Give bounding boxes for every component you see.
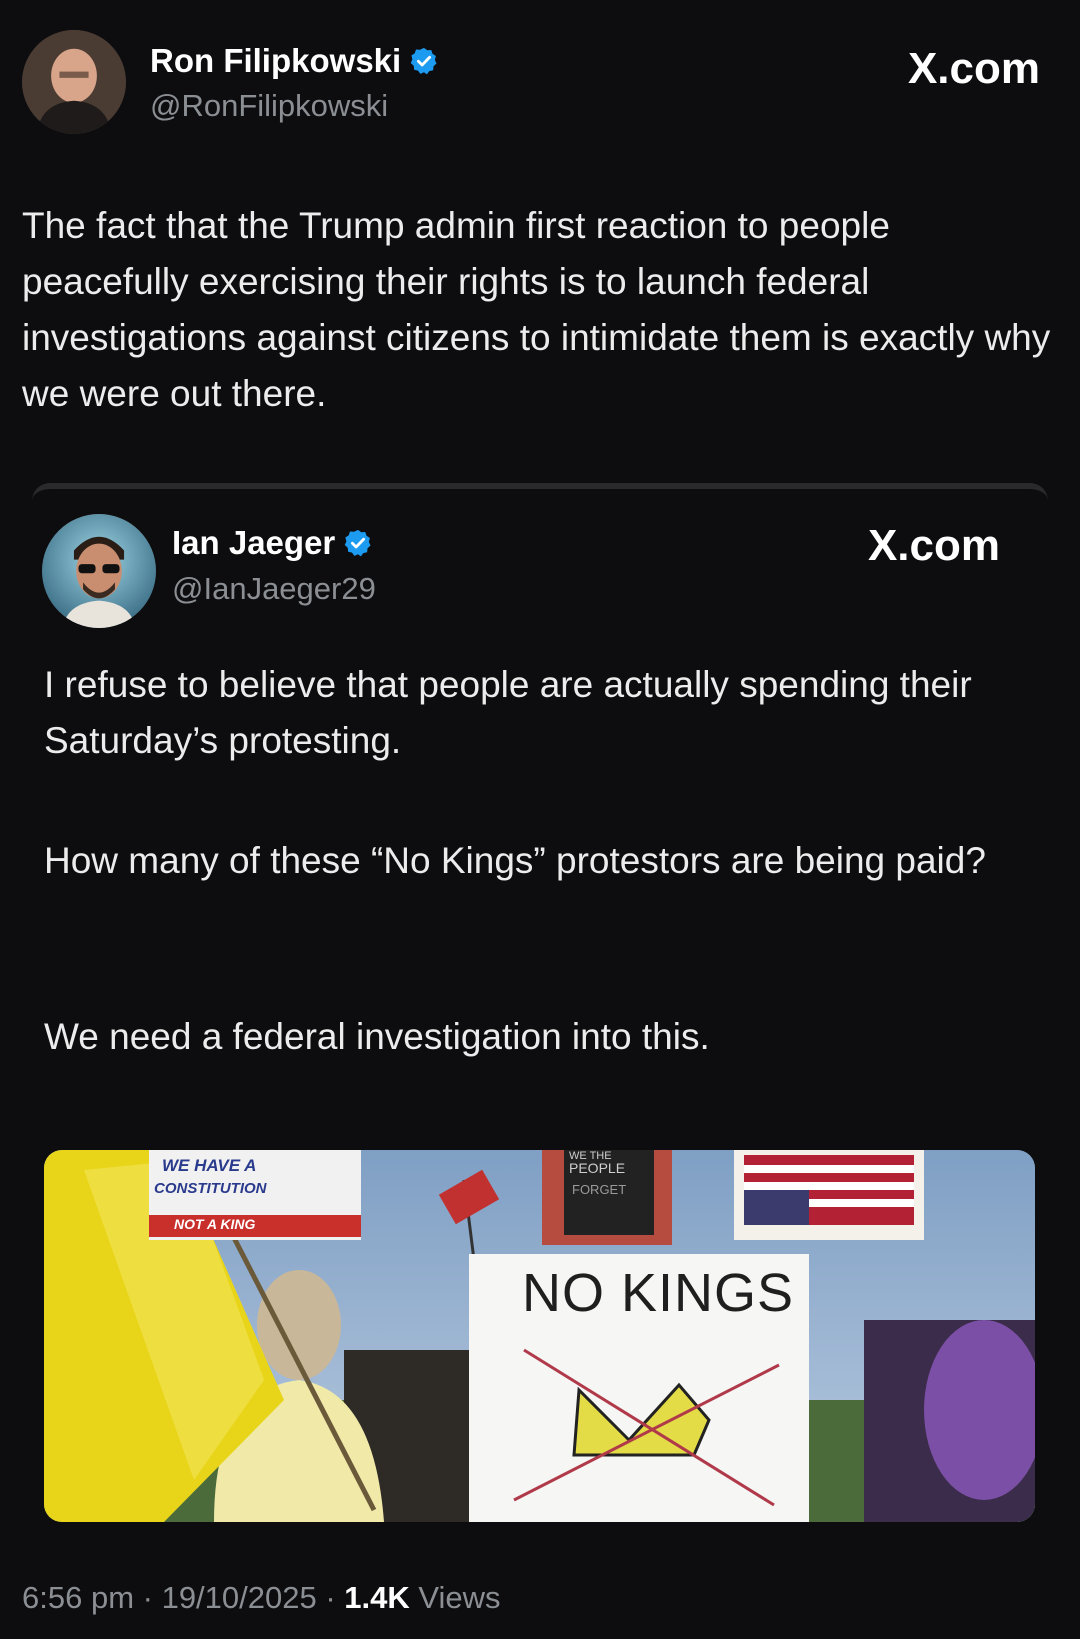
quoted-text-p2: How many of these “No Kings” protestors …: [44, 840, 986, 881]
post-date[interactable]: 19/10/2025: [162, 1580, 317, 1615]
avatar-ron-filipkowski[interactable]: [22, 30, 126, 134]
sign-left-line1: WE HAVE A: [162, 1156, 257, 1175]
author-handle[interactable]: @RonFilipkowski: [150, 88, 388, 124]
outer-name-row: Ron Filipkowski: [150, 42, 439, 80]
post-screenshot: Ron Filipkowski @RonFilipkowski X.com Th…: [0, 0, 1080, 1639]
verified-badge-icon: [345, 529, 371, 557]
quoted-text-p3: We need a federal investigation into thi…: [44, 1016, 710, 1057]
sign-no-kings: NO KINGS: [522, 1263, 795, 1323]
quoted-text-p1: I refuse to believe that people are actu…: [44, 664, 982, 761]
quoted-author-name[interactable]: Ian Jaeger: [172, 524, 335, 562]
brand-x-com: X.com: [867, 521, 1000, 570]
protest-photo[interactable]: NO KINGS WE HAVE A CONSTITUTION NOT A KI…: [44, 1150, 1035, 1522]
avatar-image: [22, 30, 126, 134]
brand-x-com: X.com: [907, 44, 1040, 93]
meta-separator: ·: [134, 1580, 162, 1615]
avatar-ian-jaeger[interactable]: [42, 514, 156, 628]
post-time[interactable]: 6:56 pm: [22, 1580, 134, 1615]
sign-left-line3: NOT A KING: [174, 1216, 256, 1232]
post-meta: 6:56 pm · 19/10/2025 · 1.4K Views: [22, 1580, 501, 1616]
views-count[interactable]: 1.4K: [344, 1580, 409, 1615]
outer-post-text: The fact that the Trump admin first reac…: [22, 205, 1061, 414]
sign-left-line2: CONSTITUTION: [154, 1180, 267, 1197]
sign-top-line2: PEOPLE: [569, 1160, 626, 1176]
author-name[interactable]: Ron Filipkowski: [150, 42, 401, 80]
sign-top-line3: FORGET: [572, 1182, 627, 1197]
protest-scene: [44, 1150, 1035, 1522]
views-label: Views: [409, 1580, 501, 1615]
meta-separator: ·: [316, 1580, 345, 1615]
quoted-name-row: Ian Jaeger: [172, 524, 373, 562]
avatar-image: [42, 514, 156, 628]
quoted-author-handle[interactable]: @IanJaeger29: [172, 571, 376, 607]
verified-badge-icon: [410, 47, 437, 75]
